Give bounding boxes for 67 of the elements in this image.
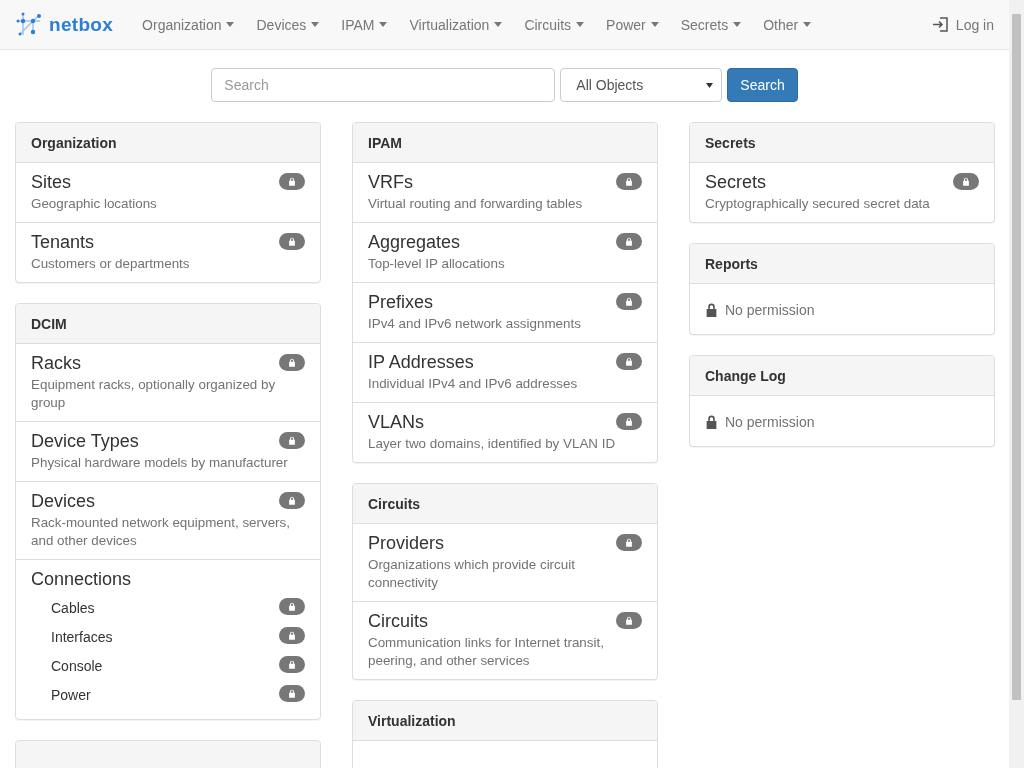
list-item-link[interactable]: Secrets [705,171,767,193]
item-description: Physical hardware models by manufacturer [31,454,289,472]
nav-menu[interactable]: Other [752,16,823,33]
list-item-link[interactable]: Connections [31,568,132,590]
panel-header: Reports [690,244,994,284]
item-description: IPv4 and IPv6 network assignments [368,315,582,333]
item-description: Top-level IP allocations [368,255,506,273]
item-description: Cryptographically secured secret data [705,195,931,213]
item-description: Virtual routing and forwarding tables [368,195,584,213]
panel-header: IPAM [353,123,657,163]
scrollbar[interactable] [1009,0,1024,768]
permission-message: No permission [725,302,815,318]
login-link[interactable]: Log in [931,16,994,33]
sub-item-link[interactable]: Interfaces [51,629,113,645]
list-item-link[interactable]: VLANs [368,411,425,433]
object-type-dropdown[interactable]: All Objects [560,68,723,102]
search-field[interactable]: Search [211,68,556,102]
list-item-link[interactable]: Circuits [368,610,428,632]
caret-icon [494,22,503,27]
list-item-link[interactable]: Aggregates [368,231,461,253]
panel-header: Secrets [690,123,994,163]
nav-menu[interactable]: Circuits [513,16,596,33]
item-description: Individual IPv4 and IPv6 addresses [368,375,579,393]
brand-name[interactable]: netbox [49,13,114,36]
panel-header: Circuits [353,484,657,524]
caret-icon [576,22,585,27]
caret-icon [733,22,742,27]
list-item-link[interactable]: Prefixes [368,291,434,313]
list-item-link[interactable]: Providers [368,532,445,554]
permission-message: No permission [725,414,815,430]
sub-item-link[interactable]: Console [51,658,103,674]
list-item-link[interactable]: Devices [31,490,96,512]
item-description: Layer two domains, identified by VLAN ID [368,435,617,453]
list-item-link[interactable]: Sites [31,171,72,193]
search-button[interactable]: Search [727,68,798,102]
list-item-link[interactable]: Device Types [31,430,139,452]
caret-icon [650,22,659,27]
list-item-link[interactable]: IP Addresses [368,351,474,373]
panel-header: DCIM [16,304,320,344]
item-description: Communication links for Internet transit, peering, and other services [368,634,605,670]
list-item-link[interactable]: Tenants [31,231,95,253]
lock-icon [705,302,718,318]
item-description: Organizations which provide circuit connectivity [368,556,576,592]
caret-icon [226,22,235,27]
panel-header: Virtualization [353,701,657,741]
panel-header: Change Log [690,356,994,396]
nav-menu[interactable]: Power [595,16,670,33]
nav-menu[interactable]: Virtualization [398,16,514,33]
sub-item-link[interactable]: Power [51,687,91,703]
caret-icon [803,22,812,27]
list-item-link[interactable]: Racks [31,352,81,374]
nav-menu[interactable]: IPAM [330,16,399,33]
caret-icon [379,22,388,27]
nav-menu[interactable]: Secrets [669,16,753,33]
item-description: Rack-mounted network equipment, servers, and other devices [31,514,291,550]
caret-icon [311,22,320,27]
nav-menu[interactable]: Devices [245,16,331,33]
list-item-link[interactable]: VRFs [368,171,413,193]
nav-menu[interactable]: Organization [131,16,246,33]
item-description: Equipment racks, optionally organized by group [31,376,277,412]
panel-header: Organization [16,123,320,163]
login-icon [931,16,949,33]
sub-item-link[interactable]: Cables [51,600,95,616]
item-description: Customers or departments [31,255,191,273]
lock-icon [705,414,718,430]
item-description: Geographic locations [31,195,158,213]
caret-icon [706,82,714,88]
